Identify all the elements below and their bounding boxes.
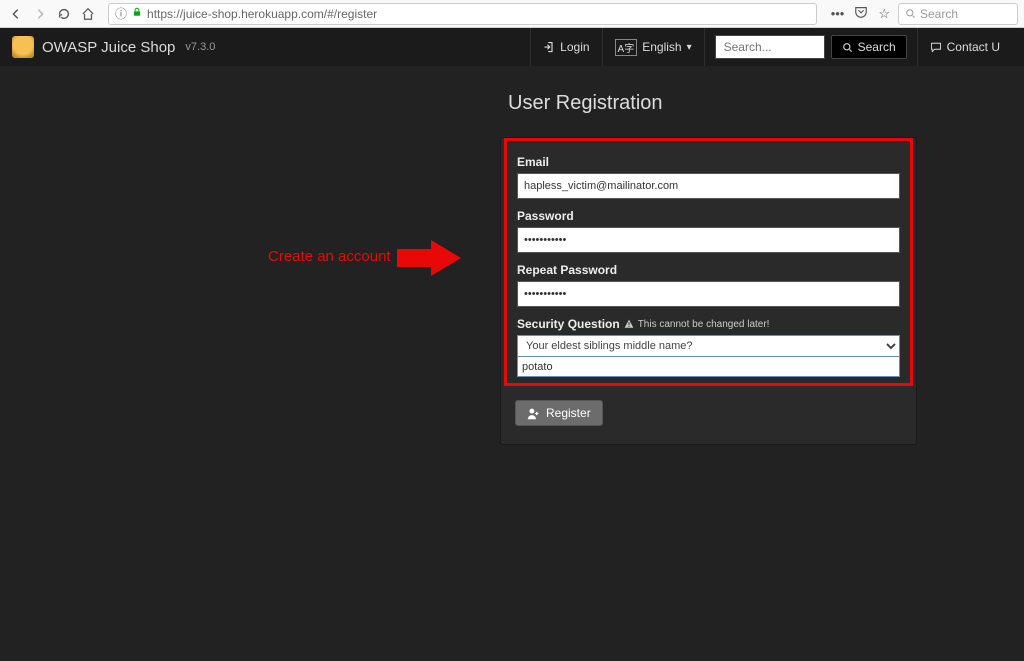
language-icon: A字 [615, 39, 638, 56]
annotation-text: Create an account [268, 248, 391, 265]
reload-button[interactable] [54, 4, 74, 24]
app-navbar: OWASP Juice Shop v7.3.0 Login A字 English… [0, 28, 1024, 66]
brand-version: v7.3.0 [185, 41, 215, 53]
register-button-label: Register [546, 406, 591, 420]
security-question-note: This cannot be changed later! [638, 319, 770, 330]
security-question-label: Security Question [517, 317, 620, 331]
user-plus-icon [527, 407, 540, 420]
pocket-icon[interactable] [854, 5, 868, 22]
brand[interactable]: OWASP Juice Shop v7.3.0 [12, 36, 215, 58]
annotation: Create an account [268, 240, 451, 272]
search-icon [905, 8, 916, 19]
logo-icon [12, 36, 34, 58]
browser-toolbar: ⓘ https://juice-shop.herokuapp.com/#/reg… [0, 0, 1024, 28]
arrow-icon [397, 240, 451, 272]
search-icon [842, 42, 853, 53]
home-button[interactable] [78, 4, 98, 24]
back-button[interactable] [6, 4, 26, 24]
security-answer-input[interactable] [517, 357, 900, 377]
highlighted-form-area: Email Password Repeat Password Security … [504, 138, 913, 386]
url-text: https://juice-shop.herokuapp.com/#/regis… [147, 7, 377, 21]
nav-contact[interactable]: Contact U [917, 28, 1012, 66]
browser-search-box[interactable]: Search [898, 3, 1018, 25]
bookmark-star-icon[interactable]: ☆ [878, 6, 890, 22]
nav-search-group: Search [704, 28, 917, 66]
register-button[interactable]: Register [515, 400, 603, 426]
page-body: Create an account User Registration Emai… [0, 66, 1024, 661]
info-icon: ⓘ [115, 5, 127, 22]
security-question-select[interactable]: Your eldest siblings middle name? [517, 335, 900, 357]
nav-search-button-label: Search [858, 40, 896, 54]
nav-language[interactable]: A字 English [602, 28, 704, 66]
forward-button[interactable] [30, 4, 50, 24]
nav-login-label: Login [560, 40, 589, 54]
email-input[interactable] [517, 173, 900, 199]
email-label: Email [517, 155, 900, 169]
nav-login[interactable]: Login [530, 28, 601, 66]
url-bar[interactable]: ⓘ https://juice-shop.herokuapp.com/#/reg… [108, 3, 817, 25]
chat-icon [930, 41, 942, 53]
registration-panel: Email Password Repeat Password Security … [500, 137, 917, 445]
password-label: Password [517, 209, 900, 223]
nav-contact-label: Contact U [947, 40, 1000, 54]
brand-name: OWASP Juice Shop [42, 39, 175, 56]
browser-search-placeholder: Search [920, 7, 958, 21]
login-icon [543, 41, 555, 53]
warning-icon [624, 319, 634, 329]
page-title: User Registration [500, 92, 928, 115]
repeat-password-label: Repeat Password [517, 263, 900, 277]
nav-language-label: English [642, 40, 681, 54]
nav-search-input[interactable] [715, 35, 825, 59]
chrome-right-controls: ••• ☆ [827, 5, 894, 22]
nav-search-button[interactable]: Search [831, 35, 907, 59]
password-input[interactable] [517, 227, 900, 253]
more-icon[interactable]: ••• [831, 6, 845, 21]
lock-icon [132, 7, 142, 20]
repeat-password-input[interactable] [517, 281, 900, 307]
